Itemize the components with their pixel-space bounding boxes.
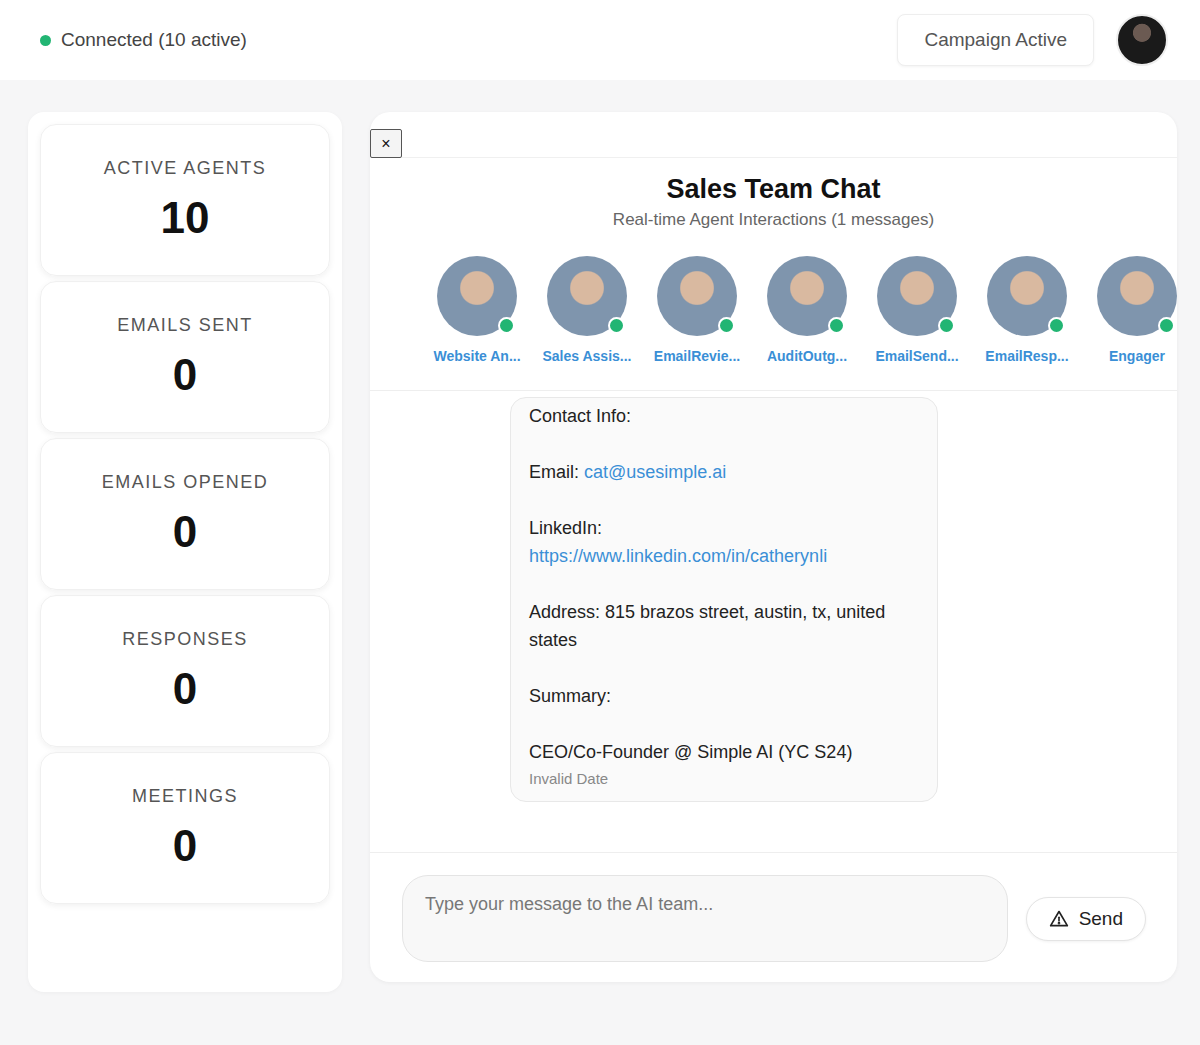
agent-item[interactable]: Engager xyxy=(1082,256,1177,364)
stat-label: RESPONSES xyxy=(122,629,248,650)
close-button[interactable]: × xyxy=(370,129,402,158)
message-field: LinkedIn:https://www.linkedin.com/in/cat… xyxy=(529,514,919,570)
send-icon xyxy=(1049,909,1069,929)
stat-value: 0 xyxy=(173,507,197,557)
agent-photo xyxy=(657,256,737,336)
agent-item[interactable]: EmailRevie... xyxy=(642,256,752,364)
agent-name: EmailSend... xyxy=(875,348,958,364)
dashboard-page: Connected (10 active) Campaign Active AC… xyxy=(0,0,1200,1045)
stat-label: EMAILS SENT xyxy=(117,315,253,336)
online-dot-icon xyxy=(608,317,625,334)
agent-list: Website An... Sales Assis... EmailRevie.… xyxy=(378,256,1169,364)
agent-item[interactable]: EmailResp... xyxy=(972,256,1082,364)
message-text: Address: 815 brazos street, austin, tx, … xyxy=(529,598,919,654)
agent-item[interactable]: Website An... xyxy=(422,256,532,364)
chat-title: Sales Team Chat xyxy=(378,172,1169,206)
agent-photo xyxy=(437,256,517,336)
main-content: ACTIVE AGENTS 10EMAILS SENT 0EMAILS OPEN… xyxy=(0,80,1200,1022)
agent-item[interactable]: Sales Assis... xyxy=(532,256,642,364)
agent-name: EmailRevie... xyxy=(654,348,740,364)
online-dot-icon xyxy=(1158,317,1175,334)
stat-value: 0 xyxy=(173,350,197,400)
agent-photo xyxy=(1097,256,1177,336)
message-link[interactable]: cat@usesimple.ai xyxy=(584,462,726,482)
message-date: Invalid Date xyxy=(529,770,919,787)
agent-photo xyxy=(547,256,627,336)
stat-label: MEETINGS xyxy=(132,786,238,807)
send-button[interactable]: Send xyxy=(1026,897,1146,941)
agent-item[interactable]: AuditOutg... xyxy=(752,256,862,364)
message-link[interactable]: https://www.linkedin.com/in/catherynli xyxy=(529,546,827,566)
agent-photo xyxy=(987,256,1067,336)
stat-card: EMAILS SENT 0 xyxy=(40,281,330,433)
status-dot-icon xyxy=(40,35,51,46)
agent-name: EmailResp... xyxy=(985,348,1068,364)
agent-name: Engager xyxy=(1109,348,1165,364)
stat-value: 0 xyxy=(173,664,197,714)
stat-card: RESPONSES 0 xyxy=(40,595,330,747)
close-row: × xyxy=(370,112,1177,158)
user-avatar[interactable] xyxy=(1116,14,1168,66)
stats-sidebar: ACTIVE AGENTS 10EMAILS SENT 0EMAILS OPEN… xyxy=(28,112,342,992)
chat-panel: × Sales Team Chat Real-time Agent Intera… xyxy=(370,112,1177,982)
agent-photo xyxy=(767,256,847,336)
online-dot-icon xyxy=(718,317,735,334)
campaign-button[interactable]: Campaign Active xyxy=(897,14,1094,66)
agent-name: Website An... xyxy=(433,348,520,364)
agent-name: AuditOutg... xyxy=(767,348,847,364)
connection-status: Connected (10 active) xyxy=(40,29,247,51)
message-list: Contact Info: Email: cat@usesimple.ai Link… xyxy=(370,391,1177,852)
message-field: Email: cat@usesimple.ai xyxy=(529,458,919,486)
message-bubble: Contact Info: Email: cat@usesimple.ai Link… xyxy=(510,397,938,802)
agent-item[interactable]: EmailSend... xyxy=(862,256,972,364)
stat-value: 0 xyxy=(173,821,197,871)
message-input[interactable] xyxy=(402,875,1008,962)
status-text: Connected (10 active) xyxy=(61,29,247,51)
message-text: Summary: xyxy=(529,682,919,710)
stat-label: ACTIVE AGENTS xyxy=(104,158,267,179)
composer: Send xyxy=(370,852,1177,982)
stat-card: EMAILS OPENED 0 xyxy=(40,438,330,590)
chat-header: Sales Team Chat Real-time Agent Interact… xyxy=(370,158,1177,391)
stat-card: ACTIVE AGENTS 10 xyxy=(40,124,330,276)
agent-name: Sales Assis... xyxy=(543,348,632,364)
message-text: CEO/Co-Founder @ Simple AI (YC S24) xyxy=(529,738,919,766)
stat-label: EMAILS OPENED xyxy=(102,472,269,493)
stat-card: MEETINGS 0 xyxy=(40,752,330,904)
stat-value: 10 xyxy=(161,193,210,243)
online-dot-icon xyxy=(938,317,955,334)
online-dot-icon xyxy=(498,317,515,334)
agent-photo xyxy=(877,256,957,336)
top-bar: Connected (10 active) Campaign Active xyxy=(0,0,1200,80)
message-text: Contact Info: xyxy=(529,402,919,430)
online-dot-icon xyxy=(828,317,845,334)
chat-subtitle: Real-time Agent Interactions (1 messages… xyxy=(378,210,1169,230)
online-dot-icon xyxy=(1048,317,1065,334)
